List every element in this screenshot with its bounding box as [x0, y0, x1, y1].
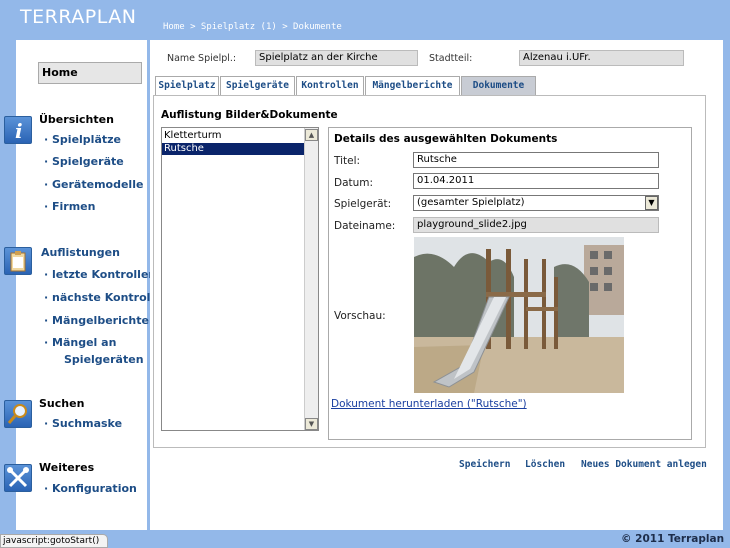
- tab-spielgeraete[interactable]: Spielgeräte: [220, 76, 295, 96]
- delete-button[interactable]: Löschen: [525, 459, 565, 470]
- home-button[interactable]: Home: [38, 62, 142, 84]
- save-button[interactable]: Speichern: [459, 459, 510, 470]
- sidebar-item-maengelberichte[interactable]: · Mängelberichte: [44, 314, 149, 327]
- search-icon: [4, 400, 32, 428]
- sidebar-item-letzte-kontrollen[interactable]: · letzte Kontrollen: [44, 268, 156, 281]
- list-item[interactable]: Kletterturm: [162, 130, 305, 142]
- filename-label: Dateiname:: [334, 220, 396, 232]
- breadcrumb[interactable]: Home > Spielplatz (1) > Dokumente: [163, 22, 342, 32]
- info-icon: i: [4, 116, 32, 144]
- section-title-weiteres: Weiteres: [39, 461, 95, 474]
- tab-kontrollen[interactable]: Kontrollen: [296, 76, 364, 96]
- tab-maengelberichte[interactable]: Mängelberichte: [365, 76, 460, 96]
- download-link[interactable]: Dokument herunterladen ("Rutsche"): [331, 398, 527, 410]
- district-field: Alzenau i.UFr.: [519, 50, 684, 66]
- copyright: © 2011 Terraplan: [621, 533, 725, 545]
- sidebar-item-naechste-kontrollen[interactable]: · nächste Kontrol.: [44, 291, 155, 304]
- date-label: Datum:: [334, 177, 374, 189]
- preview-image: [414, 237, 624, 393]
- preview-label: Vorschau:: [334, 310, 386, 322]
- section-title-suchen: Suchen: [39, 397, 85, 410]
- tab-dokumente[interactable]: Dokumente: [461, 76, 536, 96]
- list-item-selected[interactable]: Rutsche: [162, 143, 305, 155]
- list-section-title: Auflistung Bilder&Dokumente: [161, 109, 338, 121]
- device-select[interactable]: (gesamter Spielplatz): [413, 195, 659, 211]
- filename-field: playground_slide2.jpg: [413, 217, 659, 233]
- sidebar-item-konfiguration[interactable]: · Konfiguration: [44, 482, 137, 495]
- document-listbox[interactable]: Kletterturm Rutsche: [161, 127, 319, 431]
- name-field: Spielplatz an der Kirche: [255, 50, 418, 66]
- district-label: Stadtteil:: [429, 53, 473, 64]
- sidebar-item-geraetemodelle[interactable]: · Gerätemodelle: [44, 178, 143, 191]
- sidebar-item-spielgeraeten[interactable]: Spielgeräten: [64, 353, 144, 366]
- date-input[interactable]: 01.04.2011: [413, 173, 659, 189]
- name-label: Name Spielpl.:: [167, 53, 237, 64]
- device-label: Spielgerät:: [334, 198, 392, 210]
- sidebar-item-spielplaetze[interactable]: · Spielplätze: [44, 133, 121, 146]
- section-title-uebersichten: Übersichten: [39, 113, 114, 126]
- sidebar-item-suchmaske[interactable]: · Suchmaske: [44, 417, 122, 430]
- tools-icon: [4, 464, 32, 492]
- details-title: Details des ausgewählten Dokuments: [334, 133, 558, 145]
- new-document-button[interactable]: Neues Dokument anlegen: [581, 459, 707, 470]
- sidebar-item-firmen[interactable]: · Firmen: [44, 200, 95, 213]
- tab-spielplatz[interactable]: Spielplatz: [155, 76, 219, 96]
- svg-text:i: i: [15, 119, 23, 143]
- app-logo: TERRAPLAN: [20, 6, 137, 28]
- clipboard-icon: [4, 247, 32, 275]
- title-label: Titel:: [334, 155, 361, 167]
- section-title-auflistungen: Auflistungen: [41, 246, 120, 259]
- listbox-scrollbar[interactable]: [304, 128, 318, 430]
- sidebar-item-spielgeraete[interactable]: · Spielgeräte: [44, 155, 124, 168]
- status-bar: javascript:gotoStart(): [0, 534, 108, 548]
- sidebar-item-maengel-an[interactable]: · Mängel an: [44, 336, 116, 349]
- device-select-value: (gesamter Spielplatz): [417, 197, 525, 208]
- scroll-up-icon[interactable]: ▲: [305, 129, 318, 141]
- scroll-down-icon[interactable]: ▼: [305, 418, 318, 430]
- chevron-down-icon[interactable]: ▼: [645, 196, 658, 210]
- title-input[interactable]: Rutsche: [413, 152, 659, 168]
